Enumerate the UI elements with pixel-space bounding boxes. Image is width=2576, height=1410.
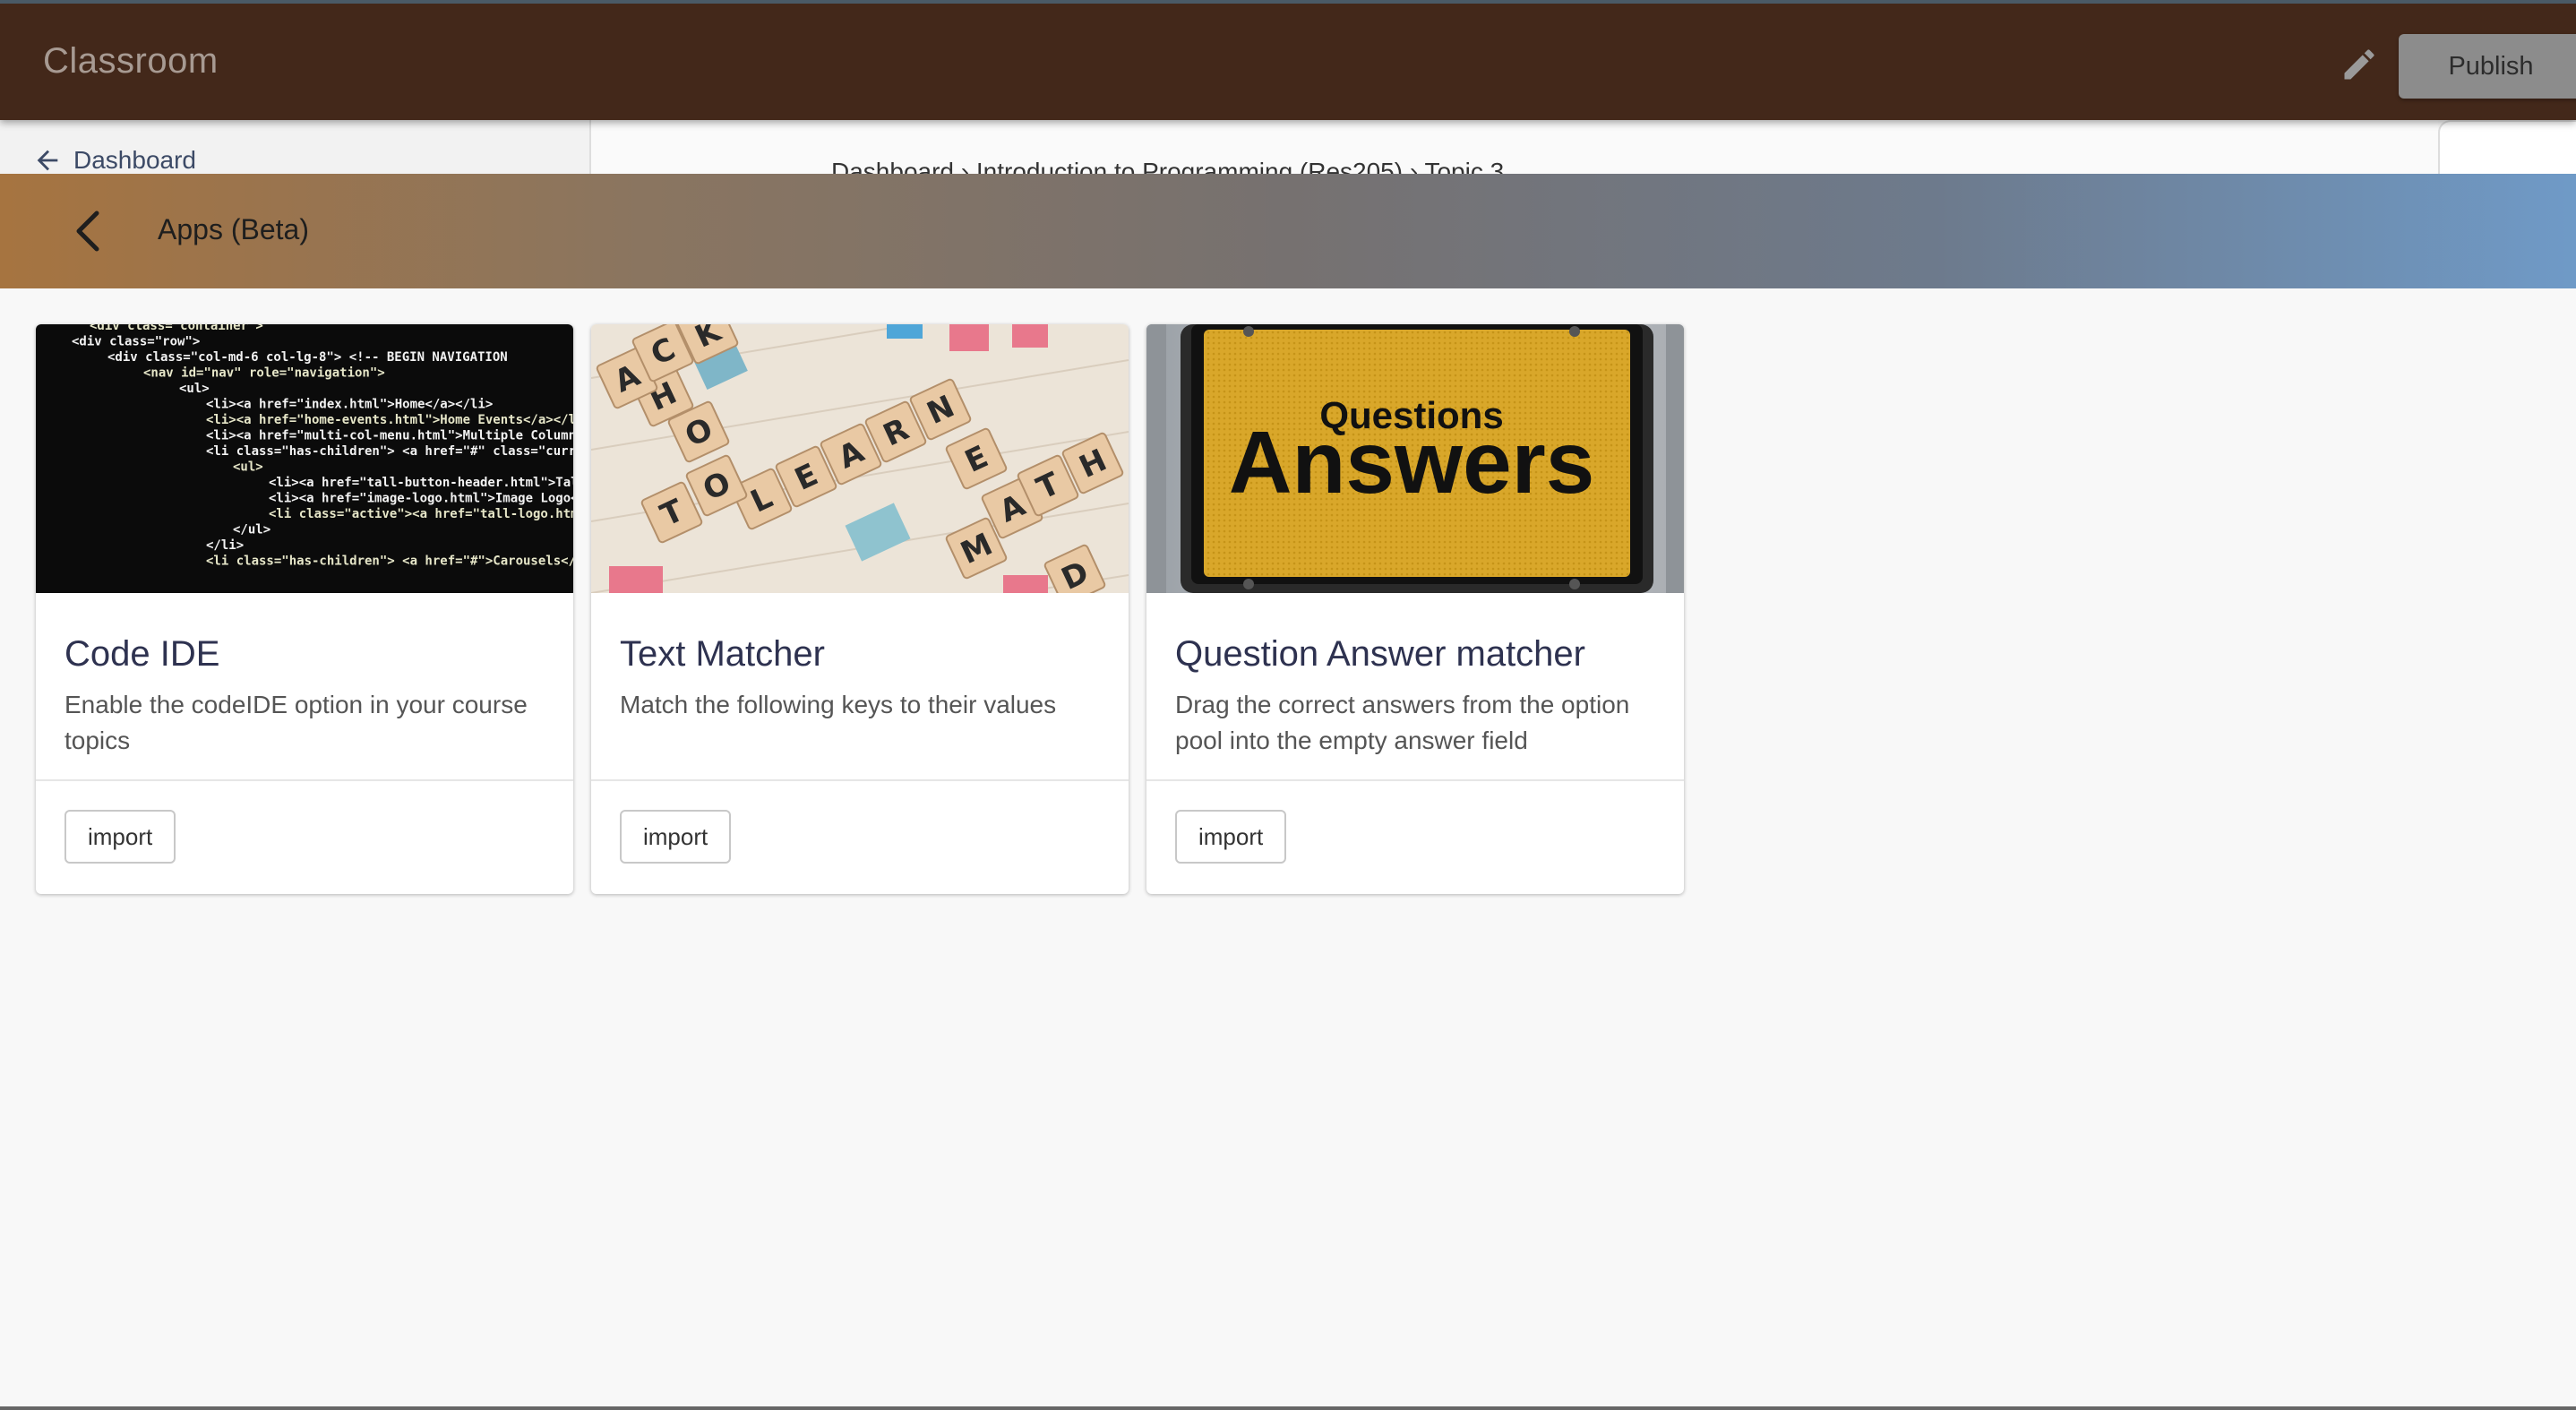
chevron-left-icon[interactable] [70, 208, 109, 254]
code-line: <nav id="nav" role="navigation"> [143, 366, 385, 381]
dashboard-link[interactable]: Dashboard [32, 145, 196, 176]
card-title: Question Answer matcher [1175, 634, 1585, 674]
code-line: </ul> [233, 523, 270, 537]
apps-panel-title: Apps (Beta) [158, 213, 309, 245]
code-line: <li><a href="home-events.html">Home Even… [206, 413, 573, 427]
scrabble-tiles-image: LEARNMATHTOOHACKED [591, 324, 1129, 593]
window-bottom-edge [0, 1406, 2576, 1410]
code-line: <div class="container"> [90, 324, 263, 333]
card-description: Drag the correct answers from the option… [1175, 691, 1630, 754]
code-line: <li class="active"><a href="tall-logo.ht… [269, 507, 573, 521]
code-screenshot-image: <div class="container"> <div class="row">… [36, 324, 573, 593]
publish-button[interactable]: Publish [2399, 34, 2576, 99]
questions-answers-sign-image: Questions Answers [1146, 324, 1684, 593]
app-card-text-matcher: LEARNMATHTOOHACKED Text Matcher Match th… [591, 324, 1129, 894]
code-line: <li><a href="tall-button-header.html">Ta… [269, 476, 573, 490]
card-description: Enable the codeIDE option in your course… [64, 691, 528, 754]
import-button[interactable]: import [620, 810, 732, 864]
code-line: <div class="row"> [72, 335, 200, 349]
code-line: <li><a href="image-logo.html">Image Logo… [269, 492, 573, 506]
app-card-question-answer-matcher: Questions Answers Question Answer matche… [1146, 324, 1684, 894]
code-line: <div class="col-md-6 col-lg-8"> <!-- BEG… [107, 350, 508, 365]
code-line: <li class="has-children"> <a href="#">Ca… [206, 555, 573, 569]
underlay-right-panel [2438, 120, 2576, 174]
apps-panel-header: Apps (Beta) [0, 174, 2576, 288]
card-description: Match the following keys to their values [620, 691, 1057, 718]
card-title: Code IDE [64, 634, 220, 674]
app-top-bar: Classroom Publish [0, 0, 2576, 120]
dashboard-link-label: Dashboard [73, 146, 196, 174]
import-button[interactable]: import [1175, 810, 1287, 864]
app-title: Classroom [43, 41, 219, 81]
sign-big-text: Answers [1229, 413, 1595, 512]
pencil-icon[interactable] [2340, 45, 2379, 84]
code-line: </li> [206, 538, 244, 553]
code-line: <ul> [233, 460, 263, 475]
code-line: <li class="has-children"> <a href="#" cl… [206, 444, 573, 459]
code-line: <li><a href="index.html">Home</a></li> [206, 398, 493, 412]
arrow-left-icon [37, 150, 58, 171]
import-button[interactable]: import [64, 810, 176, 864]
card-title: Text Matcher [620, 634, 825, 674]
code-line: <ul> [179, 382, 210, 396]
app-card-code-ide: <div class="container"> <div class="row">… [36, 324, 573, 894]
code-line: <li><a href="multi-col-menu.html">Multip… [206, 429, 573, 443]
